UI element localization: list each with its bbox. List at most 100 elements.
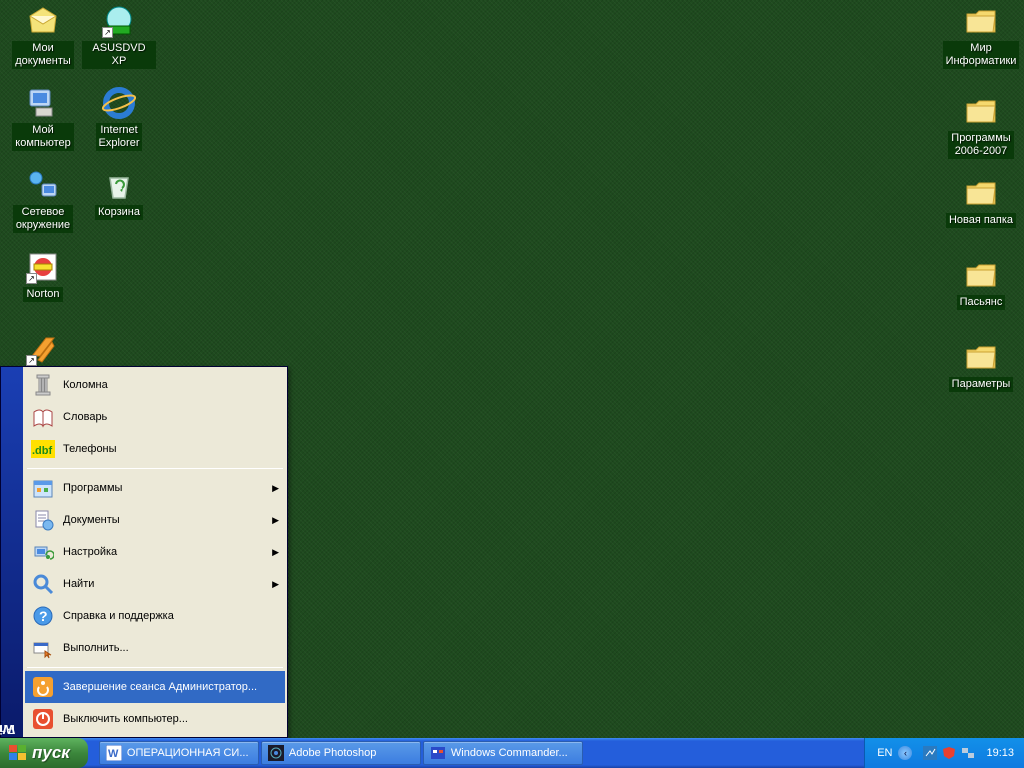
svg-text:.dbf: .dbf [32, 445, 52, 457]
menu-separator [27, 468, 283, 469]
docs-menu-icon [31, 508, 55, 532]
tray-expand-icon[interactable]: ‹ [898, 746, 912, 760]
folder-icon [964, 258, 998, 292]
tray-shield-icon[interactable] [941, 745, 957, 761]
task-label: Adobe Photoshop [289, 747, 376, 759]
start-item-run[interactable]: Выполнить... [25, 632, 285, 664]
wincmd-icon [430, 745, 446, 761]
folder-icon [964, 4, 998, 38]
menu-label: Коломна [63, 379, 279, 391]
icon-label: Корзина [95, 205, 143, 220]
computer-icon [26, 86, 60, 120]
windows-logo-icon [8, 744, 28, 762]
dbf-icon: .dbf [31, 437, 55, 461]
network-icon [26, 168, 60, 202]
recycle-bin-icon[interactable]: Корзина [82, 168, 156, 220]
menu-label: Выключить компьютер... [63, 713, 279, 725]
task-label: Windows Commander... [451, 747, 568, 759]
start-item-phones[interactable]: .dbf Телефоны [25, 433, 285, 465]
svg-text:W: W [108, 748, 119, 760]
system-tray: EN ‹ 19:13 [864, 738, 1024, 768]
photoshop-icon [268, 745, 284, 761]
taskbar-button-wincmd[interactable]: Windows Commander... [423, 741, 583, 765]
programs-icon [31, 476, 55, 500]
start-item-programs[interactable]: Программы ▶ [25, 472, 285, 504]
my-computer-icon[interactable]: Мойкомпьютер [6, 86, 80, 151]
start-menu: Windows XP Professional Коломна Словарь … [0, 366, 288, 738]
icon-label: Новая папка [946, 213, 1016, 228]
logoff-icon [31, 675, 55, 699]
my-documents-icon[interactable]: Моидокументы [6, 4, 80, 69]
icon-label: Пасьянс [957, 295, 1006, 310]
menu-label: Найти [63, 578, 268, 590]
documents-icon [26, 4, 60, 38]
taskbar: пуск W ОПЕРАЦИОННАЯ СИ... Adobe Photosho… [0, 738, 1024, 768]
internet-explorer-icon[interactable]: InternetExplorer [82, 86, 156, 151]
search-icon [31, 572, 55, 596]
submenu-arrow-icon: ▶ [272, 579, 279, 590]
taskbar-button-word[interactable]: W ОПЕРАЦИОННАЯ СИ... [99, 741, 259, 765]
folder-icon [964, 340, 998, 374]
icon-label: ASUSDVD XP [82, 41, 156, 69]
icon-label: Параметры [949, 377, 1014, 392]
start-item-settings[interactable]: Настройка ▶ [25, 536, 285, 568]
folder-new[interactable]: Новая папка [944, 176, 1018, 228]
winamp-icon[interactable]: ↗ [6, 332, 80, 369]
icon-label: Программы2006-2007 [948, 131, 1013, 159]
folder-mir-informatiki[interactable]: МирИнформатики [944, 4, 1018, 69]
start-menu-banner: Windows XP Professional [1, 367, 23, 737]
icon-label: Сетевоеокружение [13, 205, 73, 233]
asusdvd-icon: ↗ [102, 4, 136, 38]
start-button[interactable]: пуск [0, 738, 88, 768]
settings-icon [31, 540, 55, 564]
start-item-documents[interactable]: Документы ▶ [25, 504, 285, 536]
folder-parameters[interactable]: Параметры [944, 340, 1018, 392]
menu-label: Настройка [63, 546, 268, 558]
tray-network-icon[interactable] [960, 745, 976, 761]
start-item-logoff[interactable]: Завершение сеанса Администратор... [25, 671, 285, 703]
desktop[interactable]: Моидокументы ↗ ASUSDVD XP Мойкомпьютер I… [0, 0, 1024, 738]
clock[interactable]: 19:13 [982, 747, 1014, 759]
menu-label: Завершение сеанса Администратор... [63, 681, 279, 693]
network-places-icon[interactable]: Сетевоеокружение [6, 168, 80, 233]
folder-solitaire[interactable]: Пасьянс [944, 258, 1018, 310]
menu-separator [27, 667, 283, 668]
submenu-arrow-icon: ▶ [272, 547, 279, 558]
recycle-icon [102, 168, 136, 202]
icon-label: InternetExplorer [96, 123, 143, 151]
svg-text:?: ? [39, 608, 48, 624]
menu-label: Документы [63, 514, 268, 526]
tray-speedstep-icon[interactable] [922, 745, 938, 761]
icon-label: Моидокументы [12, 41, 74, 69]
norton-icon: ↗ [26, 250, 60, 284]
norton-icon[interactable]: ↗ Norton [6, 250, 80, 302]
asusdvd-icon[interactable]: ↗ ASUSDVD XP [82, 4, 156, 69]
folder-icon [964, 176, 998, 210]
submenu-arrow-icon: ▶ [272, 483, 279, 494]
language-indicator[interactable]: EN [871, 747, 898, 759]
column-icon [31, 373, 55, 397]
word-icon: W [106, 745, 122, 761]
icon-label: Norton [23, 287, 62, 302]
ie-icon [102, 86, 136, 120]
submenu-arrow-icon: ▶ [272, 515, 279, 526]
help-icon: ? [31, 604, 55, 628]
folder-programs-2006[interactable]: Программы2006-2007 [944, 94, 1018, 159]
task-label: ОПЕРАЦИОННАЯ СИ... [127, 747, 249, 759]
start-item-search[interactable]: Найти ▶ [25, 568, 285, 600]
start-item-help[interactable]: ? Справка и поддержка [25, 600, 285, 632]
taskbar-button-photoshop[interactable]: Adobe Photoshop [261, 741, 421, 765]
shutdown-icon [31, 707, 55, 731]
start-item-dictionary[interactable]: Словарь [25, 401, 285, 433]
icon-label: МирИнформатики [943, 41, 1020, 69]
winamp-icon: ↗ [26, 332, 60, 366]
icon-label: Мойкомпьютер [12, 123, 73, 151]
menu-label: Справка и поддержка [63, 610, 279, 622]
menu-label: Телефоны [63, 443, 279, 455]
start-item-shutdown[interactable]: Выключить компьютер... [25, 703, 285, 735]
start-item-kolomna[interactable]: Коломна [25, 369, 285, 401]
menu-label: Выполнить... [63, 642, 279, 654]
menu-label: Программы [63, 482, 268, 494]
run-icon [31, 636, 55, 660]
menu-label: Словарь [63, 411, 279, 423]
